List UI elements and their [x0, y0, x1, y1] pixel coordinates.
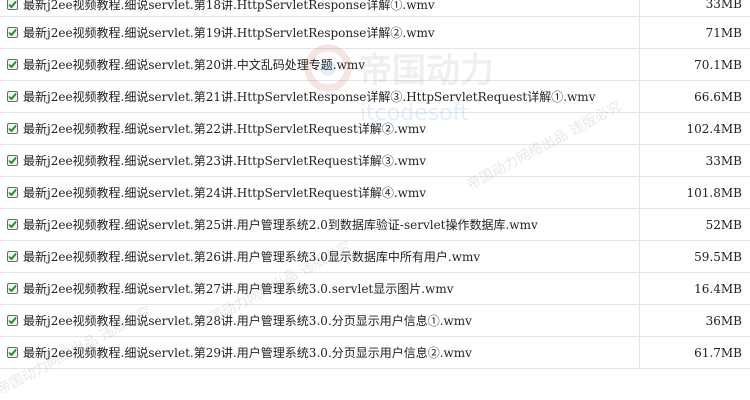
file-row: 最新j2ee视频教程.细说servlet.第21讲.HttpServletRes… [0, 81, 750, 113]
checkmark-icon [8, 348, 17, 357]
file-name-cell: 最新j2ee视频教程.细说servlet.第27讲.用户管理系统3.0.serv… [0, 273, 640, 304]
file-row: 最新j2ee视频教程.细说servlet.第20讲.中文乱码处理专题.wmv 7… [0, 49, 750, 81]
file-size: 61.7MB [694, 345, 742, 360]
file-name: 最新j2ee视频教程.细说servlet.第27讲.用户管理系统3.0.serv… [23, 282, 454, 296]
file-name: 最新j2ee视频教程.细说servlet.第20讲.中文乱码处理专题.wmv [23, 58, 366, 72]
file-checkbox[interactable] [7, 251, 18, 262]
file-name-cell: 最新j2ee视频教程.细说servlet.第25讲.用户管理系统2.0到数据库验… [0, 209, 640, 240]
file-checkbox[interactable] [7, 123, 18, 134]
file-checkbox[interactable] [7, 155, 18, 166]
file-row: 最新j2ee视频教程.细说servlet.第27讲.用户管理系统3.0.serv… [0, 273, 750, 305]
checkmark-icon [8, 316, 17, 325]
file-row: 最新j2ee视频教程.细说servlet.第25讲.用户管理系统2.0到数据库验… [0, 209, 750, 241]
file-name-cell: 最新j2ee视频教程.细说servlet.第29讲.用户管理系统3.0.分页显示… [0, 337, 640, 368]
file-name: 最新j2ee视频教程.细说servlet.第24讲.HttpServletReq… [23, 186, 427, 200]
file-name-cell: 最新j2ee视频教程.细说servlet.第22讲.HttpServletReq… [0, 113, 640, 144]
file-name: 最新j2ee视频教程.细说servlet.第19讲.HttpServletRes… [23, 26, 435, 40]
checkmark-icon [8, 0, 17, 8]
file-checkbox[interactable] [7, 347, 18, 358]
file-name: 最新j2ee视频教程.细说servlet.第18讲.HttpServletRes… [23, 0, 435, 12]
file-row: 最新j2ee视频教程.细说servlet.第22讲.HttpServletReq… [0, 113, 750, 145]
file-checkbox[interactable] [7, 283, 18, 294]
file-name-cell: 最新j2ee视频教程.细说servlet.第28讲.用户管理系统3.0.分页显示… [0, 305, 640, 336]
checkmark-icon [8, 188, 17, 197]
file-name: 最新j2ee视频教程.细说servlet.第21讲.HttpServletRes… [23, 90, 596, 104]
file-checkbox[interactable] [7, 27, 18, 38]
file-name-cell: 最新j2ee视频教程.细说servlet.第21讲.HttpServletRes… [0, 81, 640, 112]
file-row: 最新j2ee视频教程.细说servlet.第19讲.HttpServletRes… [0, 17, 750, 49]
file-row: 最新j2ee视频教程.细说servlet.第28讲.用户管理系统3.0.分页显示… [0, 305, 750, 337]
file-row: 最新j2ee视频教程.细说servlet.第26讲.用户管理系统3.0显示数据库… [0, 241, 750, 273]
file-row: 最新j2ee视频教程.细说servlet.第24讲.HttpServletReq… [0, 177, 750, 209]
file-checkbox[interactable] [7, 59, 18, 70]
checkmark-icon [8, 284, 17, 293]
file-checkbox[interactable] [7, 0, 18, 10]
file-name-cell: 最新j2ee视频教程.细说servlet.第24讲.HttpServletReq… [0, 177, 640, 208]
file-name: 最新j2ee视频教程.细说servlet.第26讲.用户管理系统3.0显示数据库… [23, 250, 481, 264]
checkmark-icon [8, 220, 17, 229]
file-size: 52MB [705, 217, 742, 232]
checkmark-icon [8, 60, 17, 69]
file-name-cell: 最新j2ee视频教程.细说servlet.第18讲.HttpServletRes… [0, 0, 640, 16]
file-name-cell: 最新j2ee视频教程.细说servlet.第26讲.用户管理系统3.0显示数据库… [0, 241, 640, 272]
file-checkbox[interactable] [7, 91, 18, 102]
file-checkbox[interactable] [7, 315, 18, 326]
file-name-cell: 最新j2ee视频教程.细说servlet.第19讲.HttpServletRes… [0, 17, 640, 48]
checkmark-icon [8, 252, 17, 261]
file-row: 最新j2ee视频教程.细说servlet.第18讲.HttpServletRes… [0, 0, 750, 17]
checkmark-icon [8, 28, 17, 37]
file-name: 最新j2ee视频教程.细说servlet.第29讲.用户管理系统3.0.分页显示… [23, 346, 472, 360]
file-size: 33MB [705, 153, 742, 168]
checkmark-icon [8, 124, 17, 133]
file-name: 最新j2ee视频教程.细说servlet.第22讲.HttpServletReq… [23, 122, 427, 136]
file-checkbox[interactable] [7, 219, 18, 230]
file-name: 最新j2ee视频教程.细说servlet.第25讲.用户管理系统2.0到数据库验… [23, 218, 538, 232]
file-name: 最新j2ee视频教程.细说servlet.第28讲.用户管理系统3.0.分页显示… [23, 314, 472, 328]
file-size: 16.4MB [694, 281, 742, 296]
file-name-cell: 最新j2ee视频教程.细说servlet.第23讲.HttpServletReq… [0, 145, 640, 176]
file-checkbox[interactable] [7, 187, 18, 198]
checkmark-icon [8, 92, 17, 101]
file-size: 59.5MB [694, 249, 742, 264]
file-list: 最新j2ee视频教程.细说servlet.第18讲.HttpServletRes… [0, 0, 750, 369]
file-size: 33MB [705, 0, 742, 11]
file-size: 70.1MB [694, 57, 742, 72]
file-name-cell: 最新j2ee视频教程.细说servlet.第20讲.中文乱码处理专题.wmv [0, 49, 640, 80]
checkmark-icon [8, 156, 17, 165]
file-size: 66.6MB [694, 89, 742, 104]
file-row: 最新j2ee视频教程.细说servlet.第29讲.用户管理系统3.0.分页显示… [0, 337, 750, 369]
file-size: 36MB [705, 313, 742, 328]
file-size: 102.4MB [686, 121, 742, 136]
file-size: 71MB [705, 25, 742, 40]
file-size: 101.8MB [686, 185, 742, 200]
file-name: 最新j2ee视频教程.细说servlet.第23讲.HttpServletReq… [23, 154, 427, 168]
file-row: 最新j2ee视频教程.细说servlet.第23讲.HttpServletReq… [0, 145, 750, 177]
